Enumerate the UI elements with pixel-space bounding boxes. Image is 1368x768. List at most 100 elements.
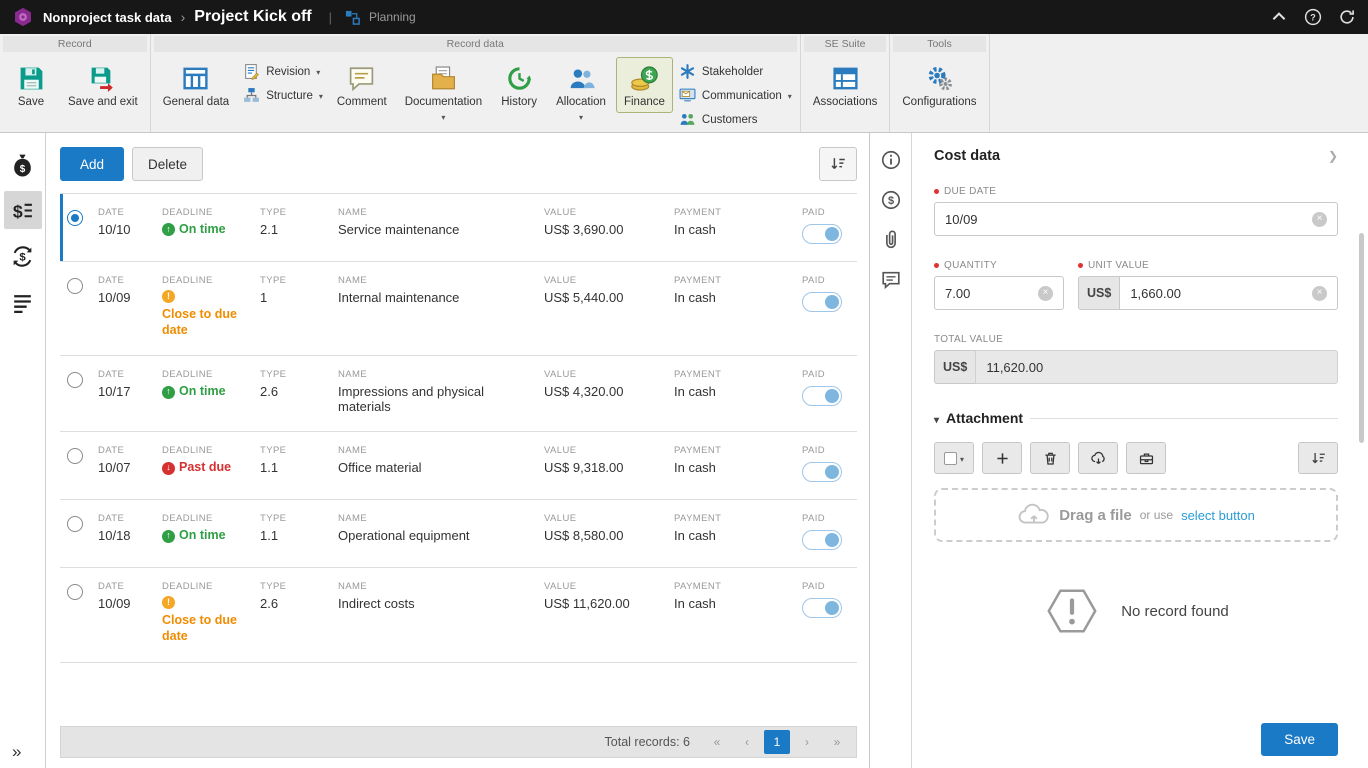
panel-scrollbar[interactable]	[1359, 233, 1364, 443]
unit-value-field[interactable]: 1,660.00	[1119, 276, 1338, 310]
allocation-button[interactable]: Allocation	[548, 57, 614, 128]
clear-due-date-icon[interactable]	[1312, 212, 1327, 227]
panel-tab-attachments[interactable]	[880, 229, 902, 251]
panel-save-button[interactable]: Save	[1261, 723, 1338, 756]
file-dropzone[interactable]: Drag a file or use select button	[934, 488, 1338, 542]
quantity-field[interactable]: 7.00	[934, 276, 1064, 310]
payment-column-label: PAYMENT	[674, 275, 794, 286]
collapse-header-icon[interactable]	[1270, 8, 1288, 26]
deadline-value: On time	[179, 384, 226, 400]
table-row[interactable]: DATE 10/07 DEADLINE ↓ Past due TYPE 1.1 …	[60, 432, 857, 500]
deadline-value: Close to due date	[162, 307, 252, 338]
name-value: Operational equipment	[338, 528, 536, 543]
save-icon	[16, 63, 46, 93]
paid-toggle[interactable]	[802, 462, 842, 482]
date-value: 10/09	[98, 596, 154, 611]
revision-button[interactable]: Revision	[243, 63, 323, 80]
payment-value: In cash	[674, 460, 794, 475]
row-radio[interactable]	[67, 278, 83, 294]
date-column-label: DATE	[98, 369, 154, 380]
row-radio[interactable]	[67, 448, 83, 464]
svg-text:$: $	[19, 251, 26, 263]
select-all-dropdown[interactable]	[934, 442, 974, 474]
structure-button[interactable]: Structure	[243, 87, 323, 104]
due-date-field[interactable]: 10/09	[934, 202, 1338, 236]
paid-toggle[interactable]	[802, 598, 842, 618]
select-file-link[interactable]: select button	[1181, 508, 1255, 523]
delete-attachment-button[interactable]	[1030, 442, 1070, 474]
sidebar-item-financial-transfer[interactable]: $	[4, 237, 42, 275]
clear-quantity-icon[interactable]	[1038, 286, 1053, 301]
customers-button[interactable]: Customers	[679, 111, 792, 128]
payment-cell: PAYMENT In cash	[674, 581, 802, 644]
due-date-group: DUE DATE 10/09	[934, 186, 1338, 236]
save-and-exit-button[interactable]: Save and exit	[60, 57, 146, 113]
sidebar-item-summary[interactable]	[4, 283, 42, 321]
help-icon[interactable]: ?	[1304, 8, 1322, 26]
row-radio[interactable]	[67, 584, 83, 600]
paid-column-label: PAID	[802, 275, 849, 286]
sidebar-item-cost-entries[interactable]: $	[4, 191, 42, 229]
chevron-down-icon	[319, 90, 323, 102]
total-value-field: 11,620.00	[975, 350, 1338, 384]
stakeholder-button[interactable]: Stakeholder	[679, 63, 792, 80]
collapse-panel-icon[interactable]: ❯	[1328, 149, 1338, 163]
documentation-button[interactable]: Documentation	[397, 57, 490, 128]
last-page-button[interactable]: »	[824, 730, 850, 754]
attachments-empty-state: No record found	[934, 582, 1338, 640]
unit-value-group: UNIT VALUE US$ 1,660.00	[1078, 260, 1338, 310]
configurations-button[interactable]: Configurations	[894, 57, 984, 113]
add-button[interactable]: Add	[60, 147, 124, 181]
table-row[interactable]: DATE 10/09 DEADLINE ! Close to due date …	[60, 262, 857, 356]
paid-toggle[interactable]	[802, 530, 842, 550]
sort-records-button[interactable]	[819, 147, 857, 181]
refresh-icon[interactable]	[1338, 8, 1356, 26]
general-data-button[interactable]: General data	[155, 57, 238, 113]
row-radio[interactable]	[67, 210, 83, 226]
comment-button[interactable]: Comment	[329, 57, 395, 113]
expand-sidebar-icon[interactable]	[0, 742, 46, 762]
attachment-section-header[interactable]: Attachment	[934, 410, 1338, 426]
payment-column-label: PAYMENT	[674, 445, 794, 456]
finance-button[interactable]: Finance	[616, 57, 673, 113]
panel-tab-info[interactable]	[880, 149, 902, 171]
value-value: US$ 4,320.00	[544, 384, 666, 399]
row-radio[interactable]	[67, 516, 83, 532]
delete-button[interactable]: Delete	[132, 147, 203, 181]
table-row[interactable]: DATE 10/09 DEADLINE ! Close to due date …	[60, 568, 857, 662]
download-attachment-button[interactable]	[1078, 442, 1118, 474]
table-row[interactable]: DATE 10/17 DEADLINE ↑ On time TYPE 2.6 N…	[60, 356, 857, 432]
table-row[interactable]: DATE 10/18 DEADLINE ↑ On time TYPE 1.1 N…	[60, 500, 857, 568]
panel-tab-cost[interactable]: $	[880, 189, 902, 211]
first-page-button[interactable]: «	[704, 730, 730, 754]
allocation-label: Allocation	[556, 96, 606, 109]
archive-attachment-button[interactable]	[1126, 442, 1166, 474]
due-date-label-row: DUE DATE	[934, 186, 1338, 197]
paid-column-label: PAID	[802, 207, 849, 218]
page-number-button[interactable]: 1	[764, 730, 790, 754]
row-radio[interactable]	[67, 372, 83, 388]
panel-tab-comments[interactable]	[880, 269, 902, 291]
history-button[interactable]: History	[492, 57, 546, 113]
clear-unit-value-icon[interactable]	[1312, 286, 1327, 301]
date-cell: DATE 10/17	[98, 369, 162, 414]
paid-toggle[interactable]	[802, 386, 842, 406]
communication-button[interactable]: Communication	[679, 87, 792, 104]
save-button[interactable]: Save	[4, 57, 58, 113]
breadcrumb-root[interactable]: Nonproject task data	[43, 10, 172, 25]
deadline-column-label: DEADLINE	[162, 369, 252, 380]
paid-toggle[interactable]	[802, 224, 842, 244]
customers-label: Customers	[702, 114, 758, 126]
paid-toggle[interactable]	[802, 292, 842, 312]
table-row[interactable]: DATE 10/10 DEADLINE ↑ On time TYPE 2.1 N…	[60, 194, 857, 262]
next-page-button[interactable]: ›	[794, 730, 820, 754]
deadline-value: On time	[179, 222, 226, 238]
sidebar-item-budget[interactable]: $	[4, 145, 42, 183]
deadline-value: Close to due date	[162, 613, 252, 644]
checkbox[interactable]	[944, 452, 957, 465]
associations-button[interactable]: Associations	[805, 57, 886, 113]
prev-page-button[interactable]: ‹	[734, 730, 760, 754]
value-value: US$ 11,620.00	[544, 596, 666, 611]
add-attachment-button[interactable]	[982, 442, 1022, 474]
sort-attachments-button[interactable]	[1298, 442, 1338, 474]
